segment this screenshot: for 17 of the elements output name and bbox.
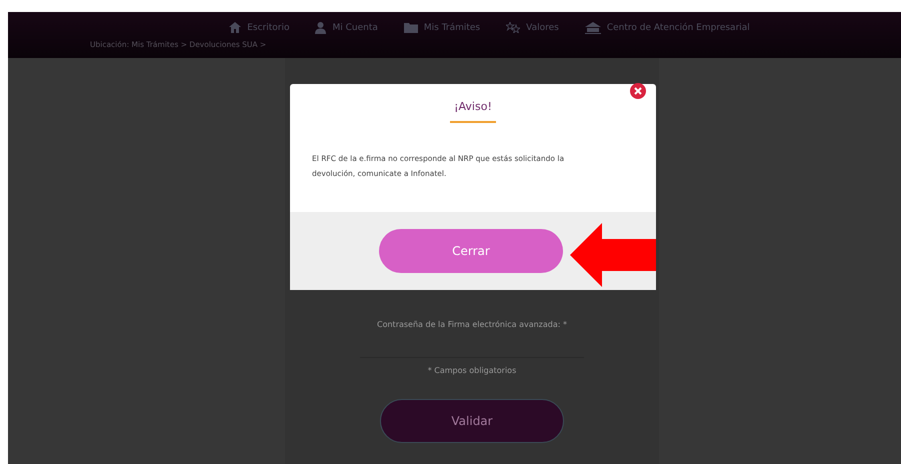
home-icon <box>229 22 242 33</box>
person-icon <box>315 22 326 34</box>
pointer-arrow-icon <box>570 223 656 287</box>
close-button[interactable]: Cerrar <box>379 229 563 273</box>
building-icon <box>584 22 601 34</box>
nav-link[interactable]: Mis Trámites <box>404 19 480 36</box>
nav-link[interactable]: Escritorio <box>229 19 290 36</box>
required-note: * Campos obligatorios <box>428 366 516 375</box>
nav-link[interactable]: Centro de Atención Empresarial <box>584 19 750 36</box>
validate-button[interactable]: Validar <box>380 399 564 443</box>
stars-icon <box>506 22 520 33</box>
nav-link[interactable]: Valores <box>506 19 559 36</box>
close-icon[interactable] <box>630 83 646 99</box>
dialog-title: ¡Aviso! <box>454 100 492 113</box>
nav-link[interactable]: Mi Cuenta <box>315 19 378 36</box>
password-label: Contraseña de la Firma electrónica avanzada: * <box>377 320 567 329</box>
folder-icon <box>404 22 418 33</box>
